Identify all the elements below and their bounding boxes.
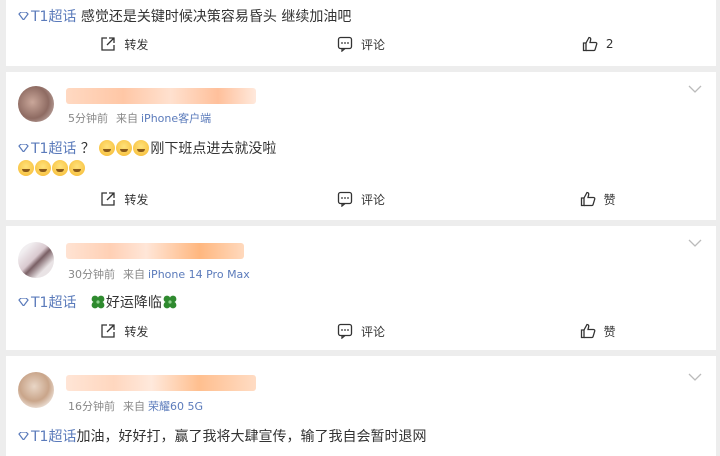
chevron-down-icon[interactable] (688, 84, 702, 94)
comment-label: 评论 (361, 192, 386, 207)
repost-icon (100, 191, 116, 207)
repost-icon (100, 36, 116, 52)
repost-label: 转发 (124, 37, 149, 52)
repost-button[interactable]: 转发 (6, 31, 243, 57)
action-bar: 转发 评论 赞 (6, 186, 716, 212)
emoji-row (18, 160, 86, 177)
action-bar: 转发 评论 2 (6, 31, 716, 57)
comment-feed: T1超话 感觉还是关键时候决策容易昏头 继续加油吧 转发 评论 2 5分钟前 来自… (0, 0, 720, 456)
like-button[interactable]: 2 (479, 31, 716, 57)
crying-emoji-icon (69, 160, 85, 176)
supertopic-gem-icon (18, 298, 29, 306)
comment-body: 刚下班点进去就没啦 (150, 141, 277, 157)
comment-body: 好运降临 (105, 295, 162, 311)
comment-body: 感觉还是关键时候决策容易昏头 继续加油吧 (80, 9, 352, 25)
thumbs-up-icon (580, 323, 596, 339)
comment-text: T1超话 ？ 刚下班点进去就没啦 (18, 138, 276, 158)
like-button[interactable]: 赞 (479, 186, 716, 212)
comment-text: T1超话 好运降临 (18, 292, 178, 312)
clover-emoji-icon (90, 294, 106, 310)
comment-label: 评论 (361, 37, 386, 52)
comment-body: 加油，好好打，赢了我将大肆宣传，输了我自会暂时退网 (76, 429, 427, 445)
source-label: 来自 (123, 268, 145, 281)
repost-button[interactable]: 转发 (6, 318, 243, 344)
action-bar: 转发 评论 赞 (6, 318, 716, 344)
crying-emoji-icon (35, 160, 51, 176)
post-time: 30分钟前 (68, 268, 115, 281)
comment-card: T1超话 感觉还是关键时候决策容易昏头 继续加油吧 转发 评论 2 (6, 0, 716, 66)
comment-button[interactable]: 评论 (243, 186, 480, 212)
supertopic-gem-icon (18, 144, 29, 152)
like-label: 赞 (603, 324, 616, 339)
comment-meta: 16分钟前 来自 荣耀60 5G (68, 398, 203, 414)
repost-button[interactable]: 转发 (6, 186, 243, 212)
comment-icon (337, 191, 353, 207)
clover-emoji-icon (162, 294, 178, 310)
supertopic-link[interactable]: T1超话 (31, 9, 76, 25)
comment-button[interactable]: 评论 (243, 318, 480, 344)
crying-emoji-icon (133, 140, 150, 156)
supertopic-link[interactable]: T1超话 (31, 141, 76, 157)
avatar[interactable] (18, 372, 54, 408)
chevron-down-icon[interactable] (688, 238, 702, 248)
chevron-down-icon[interactable] (688, 372, 702, 382)
supertopic-link[interactable]: T1超话 (31, 295, 76, 311)
comment-button[interactable]: 评论 (243, 31, 480, 57)
supertopic-link[interactable]: T1超话 (31, 429, 76, 445)
like-count: 2 (605, 37, 614, 51)
source-device-link[interactable]: 荣耀60 5G (148, 400, 203, 413)
source-device-link[interactable]: iPhone客户端 (141, 112, 211, 125)
username-blurred[interactable] (66, 88, 256, 104)
repost-icon (100, 323, 116, 339)
like-button[interactable]: 赞 (479, 318, 716, 344)
comment-card: 30分钟前 来自 iPhone 14 Pro Max T1超话 好运降临 转发 评论… (6, 226, 716, 350)
avatar[interactable] (18, 86, 54, 122)
comment-icon (337, 36, 353, 52)
like-label: 赞 (603, 192, 616, 207)
comment-meta: 5分钟前 来自 iPhone客户端 (68, 110, 211, 126)
comment-body-part: ？ (80, 141, 95, 157)
crying-emoji-icon (52, 160, 68, 176)
repost-label: 转发 (124, 192, 149, 207)
crying-emoji-icon (18, 160, 34, 176)
post-time: 5分钟前 (68, 112, 108, 125)
source-label: 来自 (123, 400, 145, 413)
comment-card: 16分钟前 来自 荣耀60 5G T1超话加油，好好打，赢了我将大肆宣传，输了我自会… (6, 356, 716, 456)
comment-meta: 30分钟前 来自 iPhone 14 Pro Max (68, 266, 250, 282)
source-label: 来自 (116, 112, 138, 125)
repost-label: 转发 (124, 324, 149, 339)
avatar[interactable] (18, 242, 54, 278)
comment-label: 评论 (361, 324, 386, 339)
crying-emoji-icon (99, 140, 116, 156)
crying-emoji-icon (116, 140, 133, 156)
username-blurred[interactable] (66, 375, 256, 391)
username-blurred[interactable] (66, 243, 244, 259)
thumbs-up-icon (580, 191, 596, 207)
supertopic-gem-icon (18, 12, 29, 20)
comment-text: T1超话加油，好好打，赢了我将大肆宣传，输了我自会暂时退网 (18, 426, 426, 446)
comment-card: 5分钟前 来自 iPhone客户端 T1超话 ？ 刚下班点进去就没啦 转发 评论 赞 (6, 72, 716, 220)
comment-icon (337, 323, 353, 339)
post-time: 16分钟前 (68, 400, 115, 413)
supertopic-gem-icon (18, 432, 29, 440)
comment-text: T1超话 感觉还是关键时候决策容易昏头 继续加油吧 (18, 6, 351, 26)
thumbs-up-icon (582, 36, 598, 52)
source-device-link[interactable]: iPhone 14 Pro Max (148, 268, 250, 281)
